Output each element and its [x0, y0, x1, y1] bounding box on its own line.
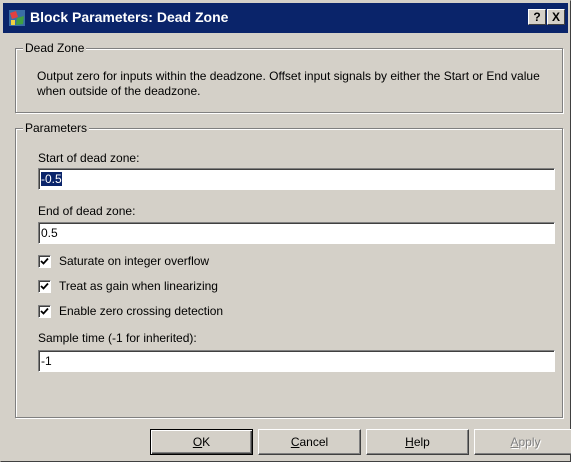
help-button[interactable]: Help — [366, 429, 469, 455]
zero-crossing-checkbox[interactable] — [38, 305, 51, 318]
apply-accel: A — [510, 435, 519, 449]
apply-button[interactable]: Apply — [474, 429, 571, 455]
simulink-block-icon — [9, 10, 25, 26]
dead-zone-group-title: Dead Zone — [23, 41, 87, 55]
checkmark-icon — [40, 257, 49, 265]
end-dead-zone-label: End of dead zone: — [38, 204, 136, 218]
zero-crossing-label: Enable zero crossing detection — [59, 304, 224, 318]
start-dead-zone-label: Start of dead zone: — [38, 151, 140, 165]
start-dead-zone-value: -0.5 — [41, 172, 62, 186]
dialog-window: Block Parameters: Dead Zone ? X Dead Zon… — [0, 0, 571, 462]
help-label-rest: elp — [413, 435, 430, 449]
cancel-label-rest: ancel — [299, 435, 329, 449]
checkmark-icon — [40, 307, 49, 315]
question-icon: ? — [533, 10, 541, 24]
ok-button[interactable]: OK — [150, 429, 253, 455]
end-dead-zone-value: 0.5 — [41, 226, 58, 240]
ok-label-rest: K — [202, 435, 211, 449]
sample-time-input[interactable]: -1 — [38, 350, 555, 372]
close-icon: X — [551, 10, 560, 24]
window-title: Block Parameters: Dead Zone — [30, 9, 229, 25]
saturate-checkbox[interactable] — [38, 255, 51, 268]
close-button[interactable]: X — [547, 9, 565, 25]
apply-label-rest: pply — [518, 435, 541, 449]
saturate-label: Saturate on integer overflow — [59, 254, 210, 268]
end-dead-zone-input[interactable]: 0.5 — [38, 222, 555, 244]
ok-accel: O — [192, 435, 203, 449]
cancel-button[interactable]: Cancel — [258, 429, 361, 455]
title-bar[interactable]: Block Parameters: Dead Zone ? X — [3, 3, 568, 33]
help-accel: H — [405, 435, 414, 449]
help-titlebar-button[interactable]: ? — [528, 9, 546, 25]
sample-time-value: -1 — [41, 354, 52, 368]
checkmark-icon — [40, 282, 49, 290]
start-dead-zone-input[interactable]: -0.5 — [38, 168, 555, 190]
sample-time-label: Sample time (-1 for inherited): — [38, 331, 197, 345]
block-description: Output zero for inputs within the deadzo… — [37, 69, 540, 98]
treat-as-gain-checkbox[interactable] — [38, 280, 51, 293]
treat-as-gain-label: Treat as gain when linearizing — [59, 279, 218, 293]
parameters-group-title: Parameters — [23, 121, 90, 135]
